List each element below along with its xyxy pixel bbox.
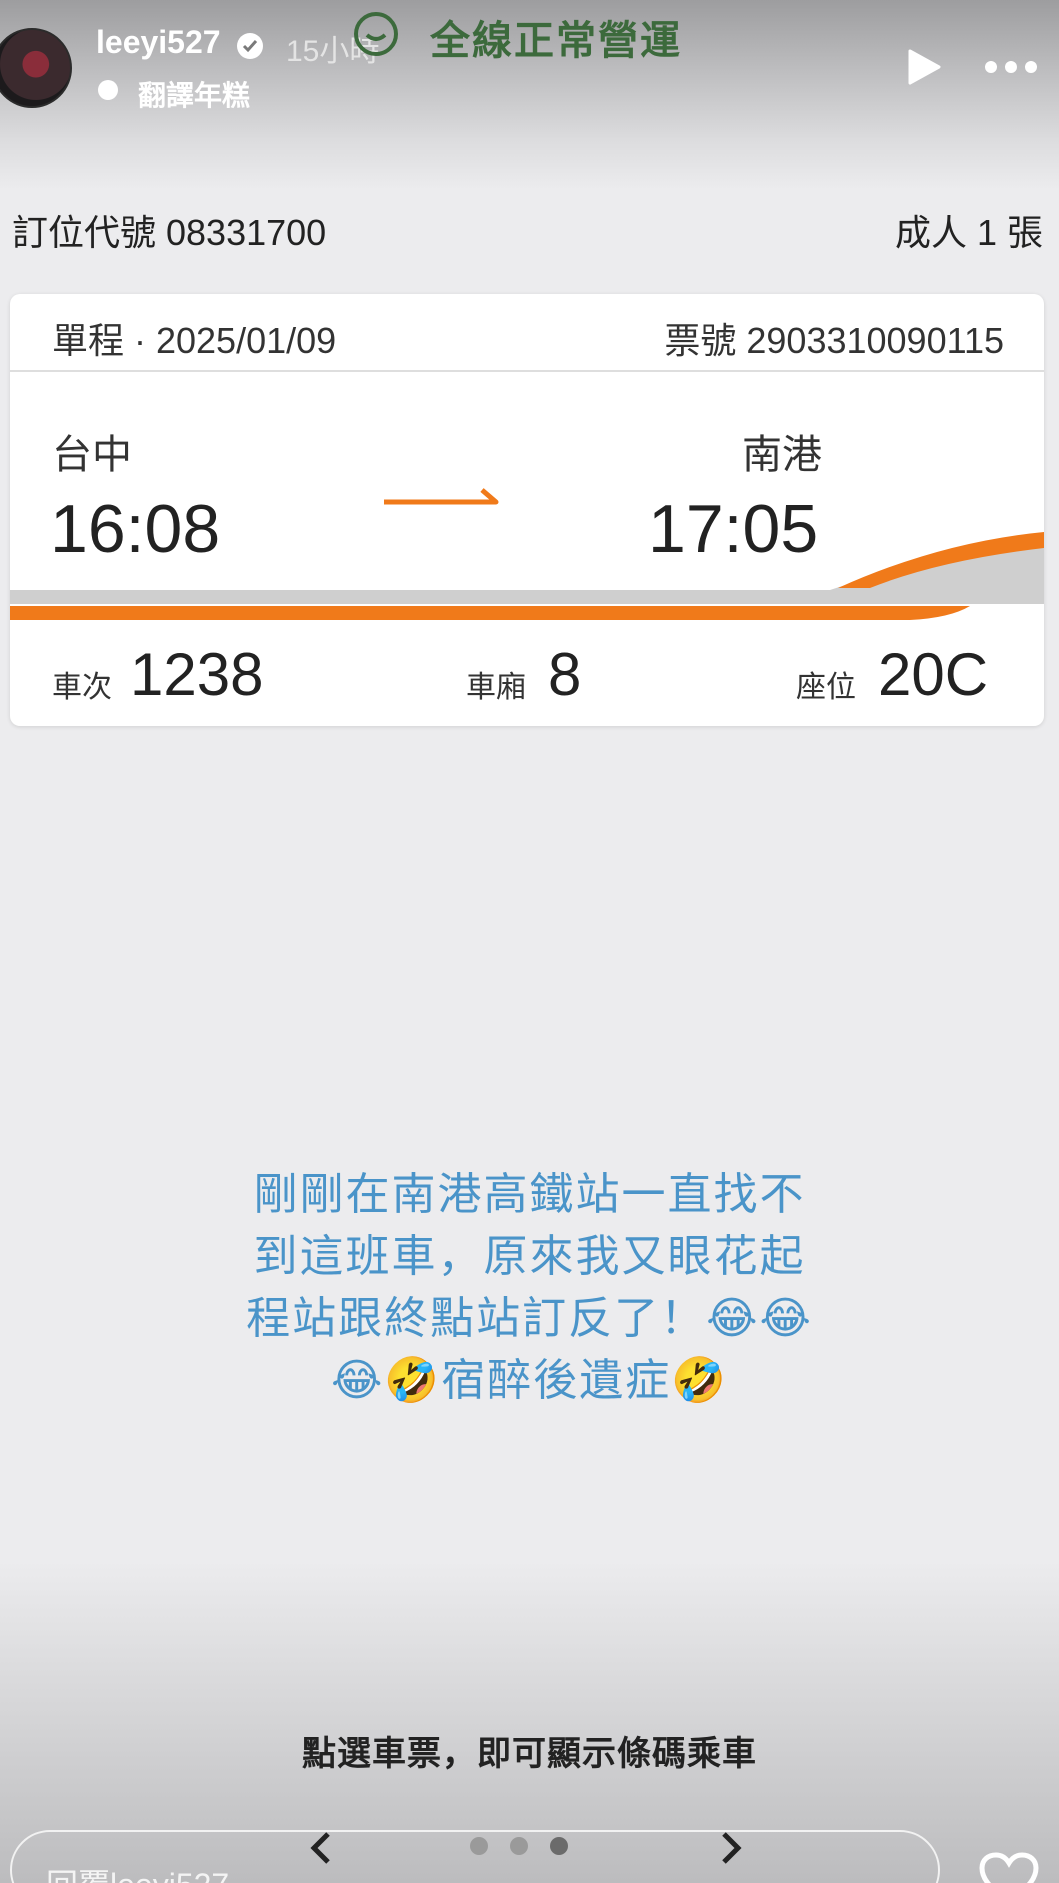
page-dot — [470, 1837, 488, 1855]
caption-line: 程站跟終點站訂反了！😂😂 — [246, 1294, 813, 1343]
username[interactable]: leeyi527 — [96, 24, 221, 61]
status-check-icon — [354, 12, 398, 56]
barcode-hint: 點選車票，即可顯示條碼乘車 — [302, 1735, 757, 1773]
story-page: leeyi527 15小時 全線正常營運 翻譯年糕 訂位代號 08331700 … — [0, 0, 1059, 1883]
play-icon[interactable] — [906, 48, 942, 86]
caption-line: 😂🤣宿醉後遺症🤣 — [331, 1356, 728, 1405]
reply-placeholder: 回覆leeyi527 — [46, 1860, 229, 1883]
car-label: 車廂 — [466, 671, 526, 704]
music-icon — [98, 80, 118, 100]
story-caption: 剛剛在南港高鐵站一直找不 到這班車，原來我又眼花起 程站跟終點站訂反了！😂😂 😂… — [0, 1164, 1059, 1412]
booking-code: 訂位代號 08331700 — [12, 212, 327, 253]
seat-label: 座位 — [796, 671, 856, 704]
music-label[interactable]: 翻譯年糕 — [138, 74, 250, 114]
train-ticket-card[interactable]: 單程 · 2025/01/09 票號 2903310090115 台中 16:0… — [10, 294, 1044, 726]
passenger-count: 成人 1 張 — [894, 212, 1043, 253]
origin-station: 台中 — [52, 433, 132, 477]
trip-type-date: 單程 · 2025/01/09 — [52, 320, 337, 361]
ticket-number: 票號 2903310090115 — [664, 320, 1004, 361]
page-indicator — [470, 1837, 590, 1860]
caption-line: 到這班車，原來我又眼花起 — [253, 1232, 806, 1281]
heart-icon[interactable] — [978, 1852, 1040, 1883]
chevron-right-icon[interactable] — [720, 1830, 744, 1866]
more-icon[interactable] — [984, 60, 1038, 74]
car-number: 8 — [548, 641, 582, 708]
arrow-right-icon — [384, 488, 499, 505]
chevron-left-icon[interactable] — [308, 1830, 332, 1866]
seat-number: 20C — [878, 641, 989, 708]
caption-line: 剛剛在南港高鐵站一直找不 — [253, 1170, 806, 1219]
destination-station: 南港 — [742, 433, 822, 477]
service-status-text: 全線正常營運 — [430, 19, 682, 63]
page-dot — [550, 1837, 568, 1855]
page-dot — [510, 1837, 528, 1855]
avatar[interactable] — [0, 28, 72, 108]
train-stripe-graphic — [10, 532, 1044, 620]
ticket-header: 單程 · 2025/01/09 票號 2903310090115 — [10, 294, 1044, 372]
story-header: leeyi527 15小時 全線正常營運 翻譯年糕 — [0, 0, 1059, 120]
train-number: 1238 — [130, 641, 264, 708]
verified-icon — [237, 33, 263, 59]
train-number-label: 車次 — [52, 671, 112, 704]
